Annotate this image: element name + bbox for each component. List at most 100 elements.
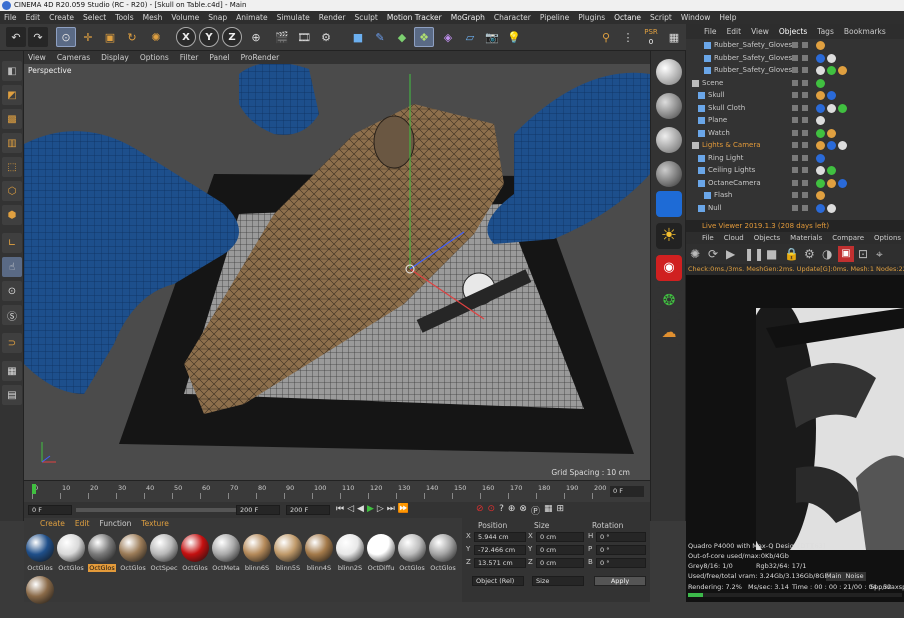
menu-select[interactable]: Select [83, 13, 106, 22]
next-key-icon[interactable]: ⏭ [387, 504, 395, 516]
visibility-toggle[interactable] [792, 179, 798, 186]
material-swatch[interactable] [26, 576, 54, 618]
viewport-menu-options[interactable]: Options [140, 53, 169, 62]
visibility-toggle[interactable] [792, 142, 798, 148]
visibility-toggle[interactable] [792, 92, 798, 98]
object-tag-icon[interactable] [838, 103, 847, 113]
current-frame-field[interactable]: 0 F [610, 486, 644, 497]
object-tab-edit[interactable]: Edit [727, 27, 742, 36]
recent-tools-icon[interactable]: ✺ [146, 27, 166, 47]
material-swatch[interactable]: OctGlos [119, 534, 147, 576]
object-row[interactable]: Skull [686, 89, 904, 102]
object-tag-icon[interactable] [816, 66, 825, 75]
material-swatch[interactable]: OctGlos [398, 534, 426, 576]
snap-icon[interactable]: ⚲ [596, 27, 616, 47]
object-tag-icon[interactable] [827, 203, 836, 213]
edges-mode-icon[interactable]: ⬡ [2, 181, 22, 201]
object-tag-icon[interactable] [827, 141, 836, 150]
object-row[interactable]: Null [686, 202, 904, 215]
color-picker-render-icon[interactable]: ◑ [822, 247, 832, 261]
focus-picker-icon[interactable]: ⌖ [876, 247, 883, 262]
menu-octane[interactable]: Octane [614, 13, 641, 22]
object-tag-icon[interactable] [827, 91, 836, 100]
magnet-icon[interactable]: ⊃ [2, 333, 22, 353]
param-track-icon[interactable]: Ⓟ [531, 504, 540, 517]
object-tag-icon[interactable] [827, 103, 836, 113]
menu-simulate[interactable]: Simulate [277, 13, 310, 22]
viewport-menu-panel[interactable]: Panel [209, 53, 229, 62]
material-swatch[interactable]: OctDiffu [367, 534, 395, 576]
octane-metal-sphere-icon[interactable] [656, 161, 682, 187]
object-tag-icon[interactable] [816, 53, 825, 63]
visibility-toggle[interactable] [792, 67, 798, 73]
size-field[interactable]: 0 cm [536, 532, 584, 542]
object-row[interactable]: Ring Light [686, 152, 904, 165]
object-tab-tags[interactable]: Tags [817, 27, 834, 36]
material-swatch[interactable]: blinn5S [274, 534, 302, 576]
perspective-viewport[interactable]: Perspective Grid Spacing : 10 cm [24, 64, 650, 480]
menu-window[interactable]: Window [681, 13, 711, 22]
menu-motion-tracker[interactable]: Motion Tracker [387, 13, 442, 22]
rotation-field[interactable]: 0 ° [596, 558, 646, 568]
autokey-icon[interactable]: ⊙ [488, 504, 496, 516]
viewport-menu-prorender[interactable]: ProRender [241, 53, 280, 62]
goto-start-icon[interactable]: ⏮ [336, 504, 344, 516]
object-tag-icon[interactable] [816, 128, 825, 138]
pla-track-icon[interactable]: ▦ [544, 504, 553, 516]
visibility-toggle[interactable] [792, 129, 798, 136]
enable-toggle[interactable] [802, 104, 808, 111]
octane-scatter-icon[interactable]: ❂ [656, 287, 682, 313]
z-axis-lock[interactable]: Z [222, 27, 242, 47]
menu-sculpt[interactable]: Sculpt [354, 13, 377, 22]
sculpt-grid-icon[interactable]: ▦ [2, 361, 22, 381]
array-generator-icon[interactable]: ❖ [414, 27, 434, 47]
object-tag-icon[interactable] [816, 191, 825, 200]
menu-mograph[interactable]: MoGraph [451, 13, 485, 22]
object-row[interactable]: Flash [686, 189, 904, 202]
rotate-tool[interactable]: ↻ [122, 27, 142, 47]
size-field[interactable]: 0 cm [536, 558, 584, 568]
start-frame-field[interactable]: 0 F [28, 505, 72, 515]
enable-toggle[interactable] [802, 117, 808, 123]
enable-toggle[interactable] [802, 67, 808, 73]
visibility-toggle[interactable] [792, 117, 798, 123]
move-tool[interactable]: ✛ [78, 27, 98, 47]
x-axis-lock[interactable]: X [176, 27, 196, 47]
menu-volume[interactable]: Volume [171, 13, 199, 22]
sculpt-brush-icon[interactable]: ▤ [2, 385, 22, 405]
object-tag-icon[interactable] [838, 66, 847, 75]
restart-render-icon[interactable]: ⟳ [708, 247, 718, 261]
object-tab-objects[interactable]: Objects [779, 27, 807, 36]
render-preview[interactable] [756, 308, 904, 550]
octane-daylight-icon[interactable] [656, 191, 682, 217]
octane-volume-icon[interactable]: ☁ [656, 319, 682, 345]
timeline-playhead[interactable] [32, 484, 36, 494]
octane-glossy-sphere-icon[interactable] [656, 93, 682, 119]
spline-pen-icon[interactable]: ✎ [370, 27, 390, 47]
prev-frame-icon[interactable]: ◀ [357, 504, 364, 516]
layout-psr[interactable]: PSR 0 [640, 27, 662, 47]
visibility-toggle[interactable] [792, 167, 798, 173]
octane-camera-icon[interactable]: ◉ [656, 255, 682, 281]
object-tag-icon[interactable] [838, 178, 847, 188]
play-render-icon[interactable]: ▶ [726, 247, 735, 261]
render-view-button[interactable]: 🎬 [272, 27, 292, 47]
material-swatch[interactable]: blinn2S [336, 534, 364, 576]
light-icon[interactable]: 💡 [504, 27, 524, 47]
object-tag-icon[interactable] [827, 128, 836, 138]
workplane-icon[interactable]: ▥ [2, 133, 22, 153]
octane-specular-sphere-icon[interactable] [656, 127, 682, 153]
object-tag-icon[interactable] [827, 178, 836, 188]
enable-toggle[interactable] [802, 42, 808, 48]
pause-render-icon[interactable]: ❚❚ [744, 247, 764, 261]
object-tag-icon[interactable] [816, 153, 825, 163]
snap-enable-icon[interactable]: Ⓢ [2, 305, 22, 325]
viewport-menu-view[interactable]: View [28, 53, 46, 62]
menu-help[interactable]: Help [719, 13, 736, 22]
interp-icon[interactable]: ⊞ [557, 504, 565, 516]
material-swatch[interactable]: OctGlos [181, 534, 209, 576]
camera-icon[interactable]: 📷 [482, 27, 502, 47]
viewport-menu-cameras[interactable]: Cameras [57, 53, 90, 62]
enable-toggle[interactable] [802, 192, 808, 198]
material-swatch[interactable]: blinn6S [243, 534, 271, 576]
